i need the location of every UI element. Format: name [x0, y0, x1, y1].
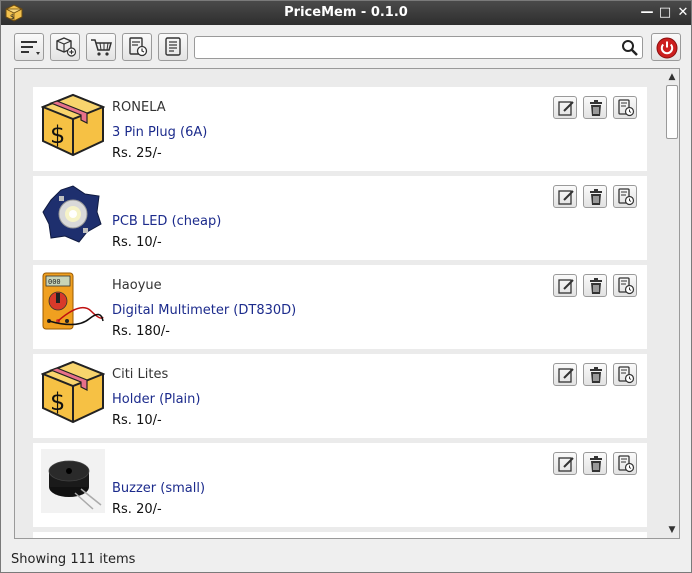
edit-icon: [558, 101, 574, 116]
receipt-button[interactable]: [158, 33, 188, 61]
delete-button[interactable]: [583, 452, 607, 475]
maximize-button[interactable]: □: [655, 1, 675, 25]
cart-icon: [91, 39, 112, 56]
item-name: Holder (Plain): [112, 392, 201, 407]
edit-icon: [558, 190, 574, 205]
item-brand: Haoyue: [112, 278, 162, 293]
search-input[interactable]: [194, 36, 643, 59]
svg-text:$: $: [50, 121, 65, 149]
item-list[interactable]: $ RONELA 3 Pin Plug (6A) Rs. 25/- PCB LE…: [14, 68, 680, 539]
edit-button[interactable]: [553, 96, 577, 119]
history-button[interactable]: [613, 452, 637, 475]
menu-button[interactable]: [14, 33, 44, 61]
item-price: Rs. 25/-: [112, 146, 162, 161]
history-icon: [129, 37, 148, 57]
history-icon: [618, 188, 635, 206]
history-icon: [618, 366, 635, 384]
item-name: Digital Multimeter (DT830D): [112, 303, 297, 318]
item-price: Rs. 20/-: [112, 502, 162, 517]
item-price: Rs. 180/-: [112, 324, 170, 339]
cart-button[interactable]: [86, 33, 116, 61]
trash-icon: [590, 456, 602, 472]
toolbar: [1, 26, 691, 66]
delete-button[interactable]: [583, 363, 607, 386]
price-history-button[interactable]: [122, 33, 152, 61]
history-button[interactable]: [613, 363, 637, 386]
add-item-button[interactable]: [50, 33, 80, 61]
list-item[interactable]: Buzzer (small) Rs. 20/-: [33, 443, 647, 527]
led-photo: [42, 185, 102, 243]
history-icon: [618, 455, 635, 473]
power-button[interactable]: [651, 33, 681, 61]
trash-icon: [590, 100, 602, 116]
trash-icon: [590, 278, 602, 294]
box-dollar-icon: $: [41, 360, 105, 424]
title-bar[interactable]: $ PriceMem - 0.1.0 — □ ✕: [1, 1, 691, 25]
history-icon: [618, 99, 635, 117]
history-button[interactable]: [613, 274, 637, 297]
edit-button[interactable]: [553, 185, 577, 208]
window-title: PriceMem - 0.1.0: [284, 5, 408, 20]
svg-text:000: 000: [48, 278, 61, 286]
edit-button[interactable]: [553, 274, 577, 297]
item-name: PCB LED (cheap): [112, 214, 222, 229]
history-button[interactable]: [613, 185, 637, 208]
item-name: Buzzer (small): [112, 481, 206, 496]
scrollbar-thumb[interactable]: [666, 85, 678, 139]
box-dollar-icon: $: [41, 93, 105, 157]
delete-button[interactable]: [583, 96, 607, 119]
list-item[interactable]: $ RONELA 3 Pin Plug (6A) Rs. 25/-: [33, 87, 647, 171]
list-item[interactable]: [33, 532, 647, 538]
search-icon[interactable]: [621, 39, 639, 57]
minimize-button[interactable]: —: [637, 1, 657, 25]
list-item[interactable]: PCB LED (cheap) Rs. 10/-: [33, 176, 647, 260]
history-button[interactable]: [613, 96, 637, 119]
history-icon: [618, 277, 635, 295]
app-window: $ PriceMem - 0.1.0 — □ ✕ $ RONELA 3 Pin …: [0, 0, 692, 573]
list-item[interactable]: 000 Haoyue Digital Multimeter (DT830D) R…: [33, 265, 647, 349]
list-item[interactable]: $ Citi Lites Holder (Plain) Rs. 10/-: [33, 354, 647, 438]
item-price: Rs. 10/-: [112, 413, 162, 428]
item-price: Rs. 10/-: [112, 235, 162, 250]
edit-button[interactable]: [553, 363, 577, 386]
status-text: Showing 111 items: [11, 552, 136, 567]
edit-icon: [558, 368, 574, 383]
trash-icon: [590, 189, 602, 205]
power-icon: [656, 37, 678, 59]
item-brand: RONELA: [112, 100, 166, 115]
svg-text:$: $: [50, 388, 65, 416]
trash-icon: [590, 367, 602, 383]
edit-icon: [558, 457, 574, 472]
vertical-scrollbar[interactable]: ▲ ▼: [664, 69, 679, 538]
delete-button[interactable]: [583, 185, 607, 208]
scroll-up-icon[interactable]: ▲: [664, 70, 679, 84]
add-item-icon: [56, 37, 77, 57]
multimeter-photo: 000: [42, 272, 104, 330]
close-button[interactable]: ✕: [673, 1, 692, 25]
delete-button[interactable]: [583, 274, 607, 297]
scroll-down-icon[interactable]: ▼: [664, 523, 679, 537]
item-brand: Citi Lites: [112, 367, 169, 382]
receipt-icon: [165, 37, 181, 56]
edit-button[interactable]: [553, 452, 577, 475]
item-name: 3 Pin Plug (6A): [112, 125, 208, 140]
buzzer-photo: [41, 449, 105, 513]
menu-icon: [21, 41, 40, 55]
edit-icon: [558, 279, 574, 294]
